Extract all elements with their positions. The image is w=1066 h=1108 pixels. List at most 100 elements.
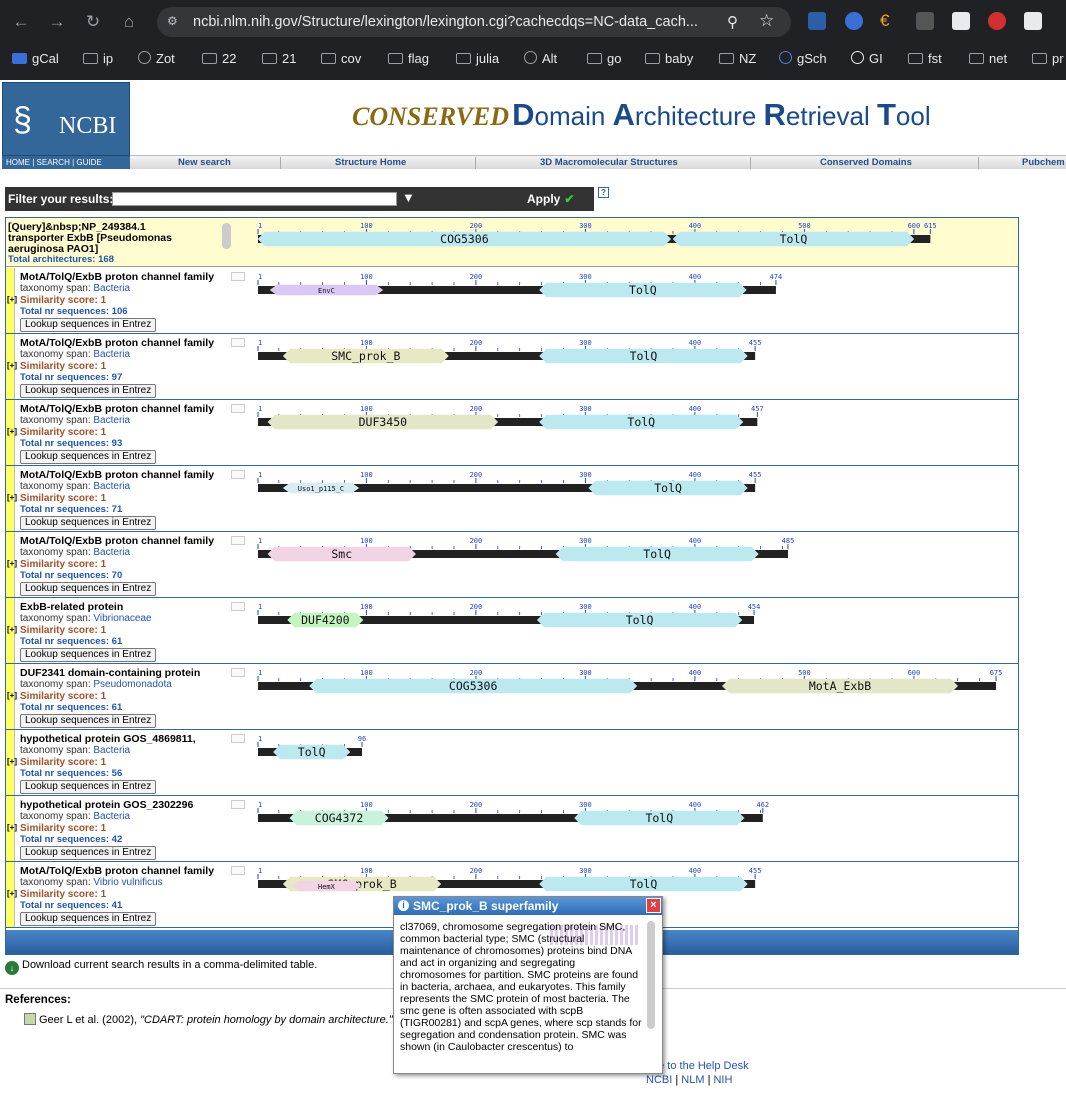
scrollbar[interactable]	[647, 921, 655, 1029]
nav-structure-home[interactable]: Structure Home	[335, 157, 406, 168]
folder-icon	[202, 53, 217, 64]
domain-label[interactable]: COG5306	[449, 679, 498, 693]
domain-label[interactable]: TolQ	[627, 415, 655, 429]
domain-label[interactable]: TolQ	[643, 547, 671, 561]
bookmark-folder[interactable]: fst	[908, 51, 942, 66]
domain-label[interactable]: Smc	[331, 547, 352, 561]
forward-icon[interactable]: →	[44, 9, 70, 35]
address-bar[interactable]: ⚙ ncbi.nlm.nih.gov/Structure/lexington/l…	[157, 7, 791, 37]
domain-label[interactable]: COG5306	[440, 232, 489, 246]
domain-label[interactable]: TolQ	[629, 283, 657, 297]
folder-icon	[587, 53, 602, 64]
domain-label[interactable]: EnvC	[318, 287, 335, 295]
result-row: [+] hypothetical protein GOS_2302296 taxon…	[6, 796, 1018, 862]
bookmark-folder[interactable]: flag	[388, 51, 429, 66]
extension-icon[interactable]	[1024, 12, 1042, 30]
extension-icon[interactable]	[845, 12, 863, 30]
euro-extension-icon[interactable]: €	[880, 12, 898, 30]
domain-label[interactable]: TolQ	[630, 877, 658, 891]
folder-icon	[321, 53, 336, 64]
document-extension-icon[interactable]	[952, 12, 970, 30]
domain-label[interactable]: TolQ	[626, 613, 654, 627]
domain-label[interactable]: HemX	[318, 883, 336, 891]
domain-label[interactable]: TolQ	[645, 811, 673, 825]
domain-label[interactable]: MotA_ExbB	[809, 679, 871, 693]
bookmark-folder[interactable]: pr	[1032, 51, 1064, 66]
bookmark-folder[interactable]: NZ	[719, 51, 756, 66]
nlm-link[interactable]: NLM	[681, 1074, 704, 1086]
url-text[interactable]: ncbi.nlm.nih.gov/Structure/lexington/lex…	[193, 14, 698, 30]
bookmark-folder[interactable]: 22	[202, 51, 236, 66]
globe-icon	[138, 51, 151, 64]
nav-new-search[interactable]: New search	[178, 157, 231, 168]
zoom-icon[interactable]: ⚲	[727, 13, 738, 31]
ncbi-link[interactable]: NCBI	[646, 1074, 672, 1086]
axis-tick-label: 100	[360, 801, 373, 809]
close-icon[interactable]: ×	[646, 898, 661, 913]
nih-link[interactable]: NIH	[713, 1074, 732, 1086]
folder-icon	[969, 53, 984, 64]
axis-tick-label: 200	[470, 339, 483, 347]
bookmark-folder[interactable]: net	[969, 51, 1007, 66]
domain-label[interactable]: Uso1_p115_C	[298, 485, 344, 493]
extension-icon[interactable]	[988, 12, 1006, 30]
bookmark[interactable]: Alt	[524, 51, 557, 66]
domain-label[interactable]: SMC_prok_B	[331, 349, 400, 363]
domain-label[interactable]: TolQ	[630, 349, 658, 363]
filter-input[interactable]	[112, 192, 397, 206]
download-extension-icon[interactable]	[808, 12, 826, 30]
domain-label[interactable]: COG4372	[315, 811, 363, 825]
calendar-icon	[12, 53, 27, 64]
site-info-icon[interactable]: ⚙	[167, 14, 183, 30]
bookmark[interactable]: gCal	[12, 51, 59, 66]
axis-tick-label: 100	[360, 405, 373, 413]
domain-label[interactable]: TolQ	[780, 232, 808, 246]
domain-label[interactable]: TolQ	[298, 745, 326, 759]
pubmed-icon	[24, 1013, 36, 1025]
domain-label[interactable]: DUF3450	[359, 415, 408, 429]
apply-button[interactable]: Apply ✔	[527, 192, 574, 206]
axis-tick-label: 400	[689, 867, 702, 875]
domain-label[interactable]: TolQ	[654, 481, 682, 495]
axis-tick-label: 100	[360, 222, 373, 230]
nav-pubchem[interactable]: Pubchem	[1022, 157, 1065, 168]
bookmark-folder[interactable]: ip	[83, 51, 113, 66]
axis-tick-label: 400	[689, 273, 702, 281]
nav-3d-structures[interactable]: 3D Macromolecular Structures	[540, 157, 678, 168]
folder-icon	[908, 53, 923, 64]
bookmark-star-icon[interactable]: ☆	[759, 11, 774, 31]
extension-icon[interactable]	[916, 12, 934, 30]
references-heading: References:	[5, 994, 71, 1006]
help-icon[interactable]: ?	[598, 187, 609, 198]
bookmark[interactable]: Zot	[138, 51, 175, 66]
bookmark-folder[interactable]: cov	[321, 51, 361, 66]
folder-icon	[456, 53, 471, 64]
bookmark-folder[interactable]: baby	[645, 51, 693, 66]
logo-links[interactable]: HOME | SEARCH | GUIDE	[2, 156, 130, 169]
filter-dropdown-icon[interactable]: ▼	[402, 190, 415, 205]
axis-tick-label: 100	[360, 669, 373, 677]
axis-tick-label: 1	[258, 603, 262, 611]
bookmark-folder[interactable]: 21	[262, 51, 296, 66]
ncbi-logo[interactable]: § NCBI	[2, 82, 130, 156]
popup-body: cl37069, chromosome segregation protein …	[400, 921, 642, 1053]
reload-icon[interactable]: ↻	[80, 9, 106, 35]
download-link[interactable]: ↓ Download current search results in a co…	[5, 959, 317, 975]
home-icon[interactable]: ⌂	[116, 9, 142, 35]
bookmark[interactable]: gSch	[779, 51, 827, 66]
bookmark[interactable]: GI	[851, 51, 883, 66]
axis-tick-label: 200	[470, 537, 483, 545]
axis-tick-label: 1	[258, 537, 262, 545]
axis-tick-label: 200	[470, 273, 483, 281]
filter-label: Filter your results:	[8, 192, 114, 206]
bookmark-folder[interactable]: go	[587, 51, 621, 66]
bookmark-folder[interactable]: julia	[456, 51, 499, 66]
domain-label[interactable]: DUF4200	[301, 613, 350, 627]
reference-item[interactable]: Geer L et al. (2002), "CDART: protein ho…	[24, 1013, 393, 1026]
nav-conserved-domains[interactable]: Conserved Domains	[820, 157, 912, 168]
axis-tick-label: 400	[689, 222, 702, 230]
axis-tick-label: 500	[798, 222, 811, 230]
axis-tick-label: 200	[470, 471, 483, 479]
folder-icon	[645, 53, 660, 64]
back-icon[interactable]: ←	[8, 9, 34, 35]
